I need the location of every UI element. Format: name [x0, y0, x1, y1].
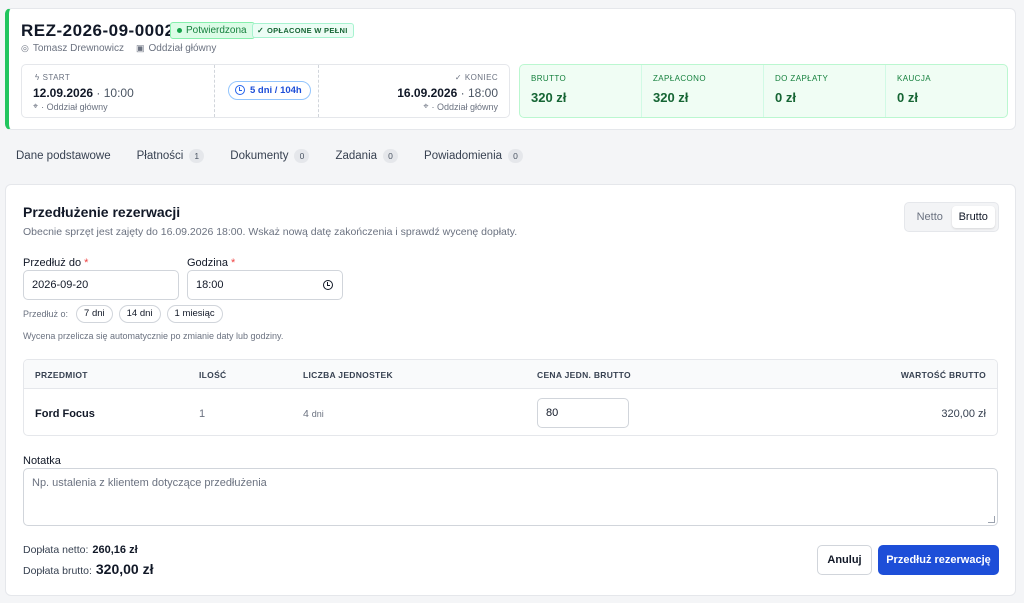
pin-icon: ⌖ — [423, 101, 429, 111]
divider — [214, 65, 215, 117]
cancel-button[interactable]: Anuluj — [817, 545, 872, 575]
recalc-hint: Wycena przelicza się automatycznie po zm… — [23, 331, 284, 341]
date-label: Przedłuż do * — [23, 257, 89, 269]
building-icon: ▣ — [136, 43, 145, 53]
reservation-summary-card: REZ-2026-09-0002 Potwierdzona ✓ OPŁACONE… — [5, 8, 1016, 130]
payment-totals: BRUTTO 320 zł ZAPŁACONO 320 zł DO ZAPŁAT… — [519, 64, 1008, 118]
item-value: 320,00 zł — [941, 408, 986, 420]
extend-date-input[interactable]: 2026-09-20 — [23, 270, 179, 300]
end-label: ✓ KONIEC — [454, 73, 498, 82]
count-badge: 1 — [189, 149, 205, 163]
status-badge: Potwierdzona — [170, 22, 255, 39]
total-due: DO ZAPŁATY 0 zł — [764, 65, 886, 117]
column-item: PRZEDMIOT — [35, 370, 88, 380]
count-badge: 0 — [294, 149, 310, 163]
total-paid: ZAPŁACONO 320 zł — [642, 65, 764, 117]
tab-bar: Dane podstawowe Płatności 1 Dokumenty 0 Za… — [16, 149, 549, 163]
extension-panel: Przedłużenie rezerwacji Obecnie sprzęt j… — [5, 184, 1016, 596]
tab-documents[interactable]: Dokumenty 0 — [230, 149, 310, 163]
chip-14-days[interactable]: 14 dni — [118, 305, 161, 323]
start-location: ⌖ · Oddział główny — [33, 101, 108, 112]
toggle-brutto[interactable]: Brutto — [951, 206, 995, 228]
clock-icon[interactable] — [323, 280, 333, 290]
start-label: ϟ START — [35, 73, 71, 82]
tab-tasks[interactable]: Zadania 0 — [335, 149, 399, 163]
chip-7-days[interactable]: 7 dni — [76, 305, 113, 323]
pricing-table: PRZEDMIOT ILOŚĆ LICZBA JEDNOSTEK CENA JE… — [23, 359, 998, 436]
section-description: Obecnie sprzęt jest zajęty do 16.09.2026… — [23, 226, 518, 238]
net-surcharge: Dopłata netto: 260,16 zł — [23, 544, 138, 556]
check-icon: ✓ — [257, 26, 265, 35]
note-label: Notatka — [23, 455, 61, 467]
column-units: LICZBA JEDNOSTEK — [303, 370, 393, 380]
pin-icon: ⌖ — [33, 101, 39, 111]
customer-info: ◎ Tomasz Drewnowicz — [21, 43, 124, 54]
item-name: Ford Focus — [35, 408, 95, 420]
item-units: 4 dni — [303, 408, 324, 420]
branch-info: ▣ Oddział główny — [136, 43, 216, 54]
time-label: Godzina * — [187, 257, 236, 269]
table-header: PRZEDMIOT ILOŚĆ LICZBA JEDNOSTEK CENA JE… — [24, 360, 997, 389]
section-title: Przedłużenie rezerwacji — [23, 204, 181, 220]
column-unit-price: CENA JEDN. BRUTTO — [537, 370, 631, 380]
end-location: ⌖ · Oddział główny — [423, 101, 498, 112]
extend-reservation-button[interactable]: Przedłuż rezerwację — [878, 545, 999, 575]
tab-notifications[interactable]: Powiadomienia 0 — [424, 149, 524, 163]
count-badge: 0 — [383, 149, 399, 163]
rental-period: ϟ START 12.09.2026 · 10:00 ⌖ · Oddział g… — [21, 64, 510, 118]
price-mode-toggle: Netto Brutto — [904, 202, 999, 232]
status-dot-icon — [177, 28, 182, 33]
reservation-id: REZ-2026-09-0002 — [21, 21, 175, 40]
item-qty: 1 — [199, 408, 206, 420]
unit-price-input[interactable]: 80 — [537, 398, 629, 428]
column-qty: ILOŚĆ — [199, 370, 227, 380]
end-datetime: 16.09.2026 · 18:00 — [397, 86, 498, 100]
tab-basic-data[interactable]: Dane podstawowe — [16, 149, 111, 163]
divider — [318, 65, 319, 117]
branch-name: Oddział główny — [148, 43, 217, 54]
note-textarea[interactable]: Np. ustalenia z klientem dotyczące przed… — [23, 468, 998, 526]
gross-surcharge: Dopłata brutto: 320,00 zł — [23, 561, 154, 577]
total-deposit: KAUCJA 0 zł — [897, 74, 931, 105]
resize-handle-icon[interactable] — [988, 516, 995, 523]
extend-by-label: Przedłuż o: — [23, 309, 69, 319]
customer-name[interactable]: Tomasz Drewnowicz — [33, 43, 124, 54]
user-icon: ◎ — [21, 43, 29, 53]
duration-badge: 5 dni / 104h — [228, 81, 311, 100]
start-datetime: 12.09.2026 · 10:00 — [33, 86, 134, 100]
lightning-icon: ϟ — [35, 73, 40, 82]
chip-1-month[interactable]: 1 miesiąc — [166, 305, 223, 323]
tab-payments[interactable]: Płatności 1 — [137, 149, 205, 163]
count-badge: 0 — [508, 149, 524, 163]
total-brutto: BRUTTO 320 zł — [520, 65, 642, 117]
payment-badge: ✓ OPŁACONE W PEŁNI — [252, 23, 354, 38]
column-value: WARTOŚĆ BRUTTO — [900, 370, 986, 380]
check-icon: ✓ — [454, 73, 462, 82]
extend-time-input[interactable]: 18:00 — [187, 270, 343, 300]
toggle-netto[interactable]: Netto — [908, 206, 952, 228]
quick-extend-options: Przedłuż o: 7 dni 14 dni 1 miesiąc — [23, 305, 223, 323]
clock-icon — [235, 85, 245, 95]
